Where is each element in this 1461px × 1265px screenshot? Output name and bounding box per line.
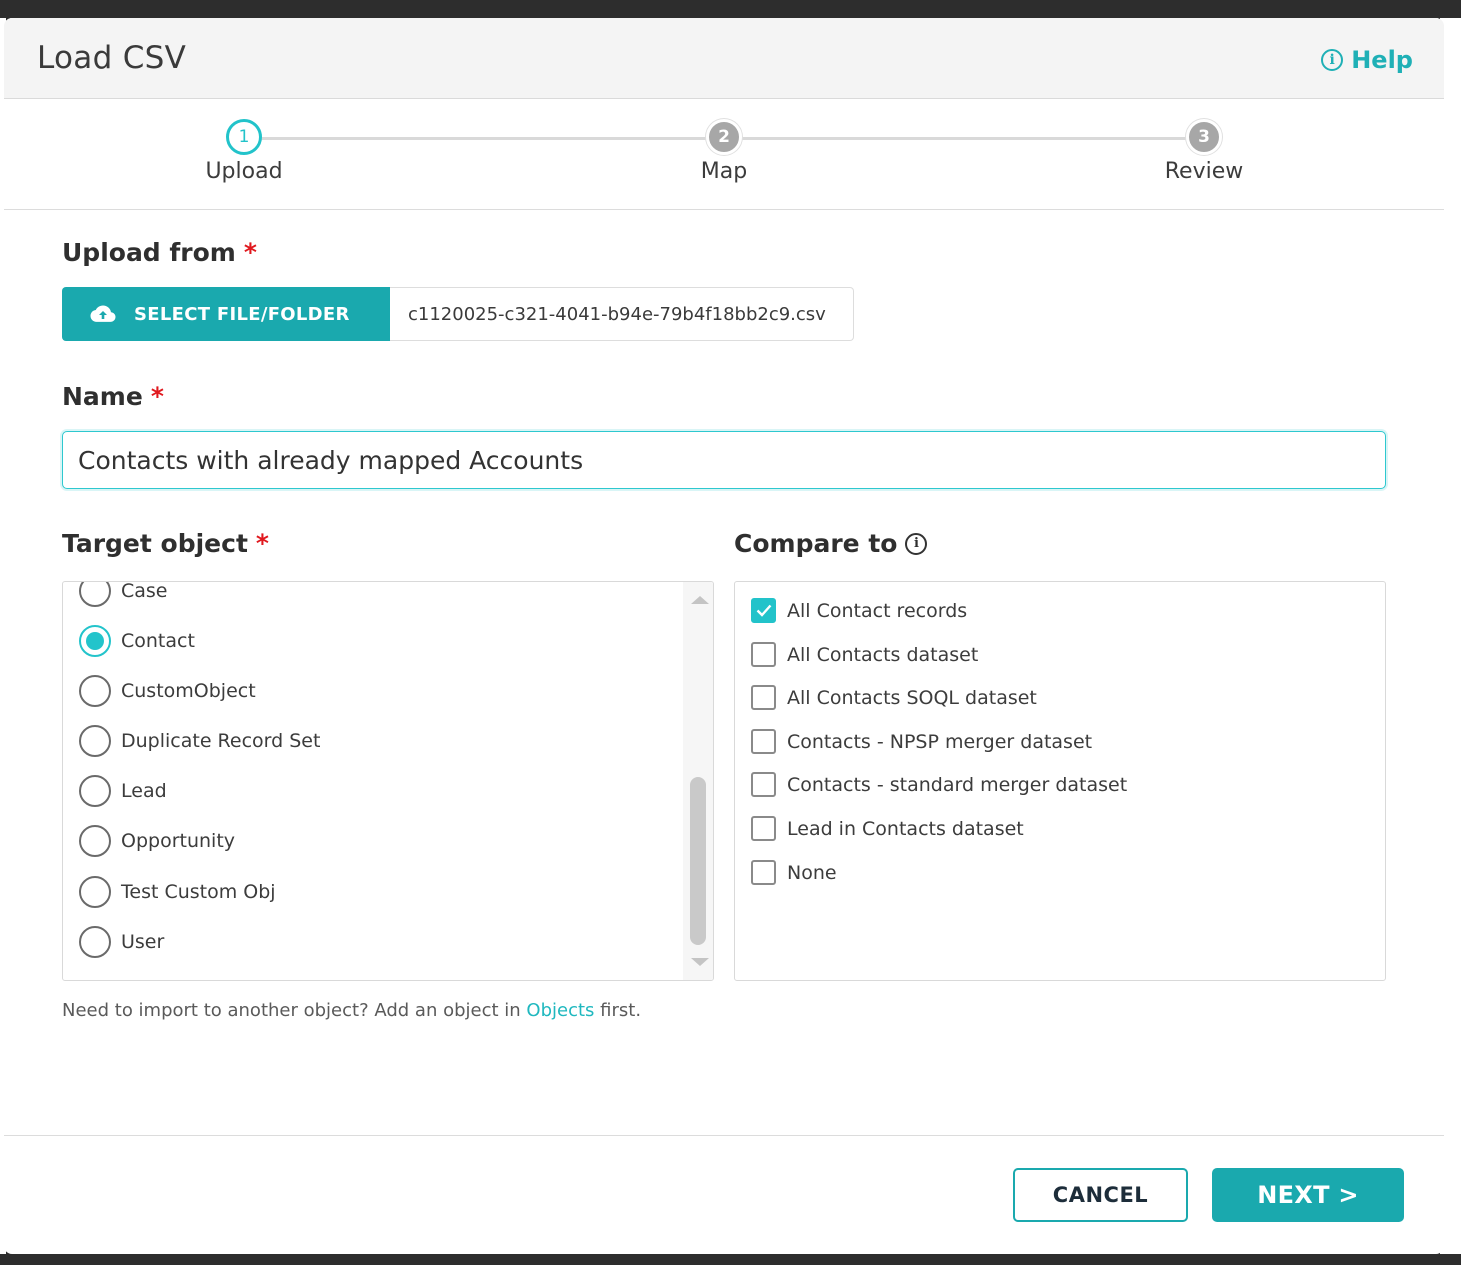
radio-label: CustomObject — [121, 680, 256, 702]
checkbox-option[interactable]: All Contacts dataset — [751, 642, 978, 667]
radio-option-customobject[interactable]: CustomObject — [79, 675, 256, 707]
name-label: Name * — [62, 382, 164, 411]
checkbox-option[interactable]: None — [751, 860, 837, 885]
checkbox-label: All Contacts dataset — [787, 643, 979, 666]
info-icon: i — [1321, 49, 1344, 71]
radio-button[interactable] — [79, 825, 111, 857]
target-object-label: Target object * — [62, 529, 269, 558]
radio-label: Case — [121, 581, 168, 602]
cloud-upload-icon — [90, 305, 116, 322]
name-input[interactable] — [62, 431, 1386, 489]
radio-button-selected[interactable] — [79, 625, 111, 657]
hint-text: Need to import to another object? Add an… — [62, 1000, 527, 1021]
step-number: 2 — [706, 119, 742, 155]
radio-option-case[interactable]: Case — [79, 581, 168, 607]
radio-label: User — [121, 931, 165, 953]
checkbox-label: None — [787, 861, 837, 884]
checkbox[interactable] — [751, 685, 776, 710]
help-label: Help — [1351, 46, 1413, 74]
selected-file-name: c1120025-c321-4041-b94e-79b4f18bb2c9.csv — [390, 287, 854, 341]
radio-label: Opportunity — [121, 830, 236, 852]
checkbox-option[interactable]: Contacts - NPSP merger dataset — [751, 729, 1092, 754]
radio-label: Test Custom Obj — [121, 881, 276, 903]
dialog-header: Load CSV i Help — [4, 18, 1444, 99]
step-upload[interactable]: 1 Upload — [174, 119, 314, 184]
scroll-down-arrow-icon[interactable] — [691, 958, 709, 966]
radio-button[interactable] — [79, 582, 111, 607]
radio-button[interactable] — [79, 775, 111, 807]
checkbox-label: Contacts - standard merger dataset — [787, 773, 1128, 796]
load-csv-dialog: Load CSV i Help 1 Upload 2 Map 3 Review … — [4, 18, 1444, 1254]
target-object-list[interactable]: Case Contact CustomObject Duplicate Reco… — [62, 581, 714, 981]
footer-divider — [4, 1135, 1444, 1136]
help-link[interactable]: i Help — [1321, 46, 1413, 74]
cancel-button[interactable]: CANCEL — [1013, 1168, 1188, 1222]
import-hint: Need to import to another object? Add an… — [62, 1000, 641, 1021]
step-label: Upload — [205, 159, 283, 184]
radio-option-lead[interactable]: Lead — [79, 775, 167, 807]
step-review[interactable]: 3 Review — [1134, 119, 1274, 184]
upload-row: SELECT FILE/FOLDER c1120025-c321-4041-b9… — [62, 287, 854, 341]
step-number: 3 — [1186, 119, 1222, 155]
checkmark-icon — [756, 604, 771, 617]
checkbox-option[interactable]: Lead in Contacts dataset — [751, 816, 1024, 841]
radio-option-user[interactable]: User — [79, 926, 164, 958]
checkbox-checked[interactable] — [751, 598, 776, 623]
checkbox-label: Lead in Contacts dataset — [787, 817, 1024, 840]
step-connector — [244, 137, 724, 140]
hint-text-end: first. — [594, 1000, 642, 1021]
radio-button[interactable] — [79, 876, 111, 908]
info-icon[interactable]: i — [905, 532, 928, 555]
compare-to-list: All Contact records All Contacts dataset… — [734, 581, 1386, 981]
checkbox-option[interactable]: All Contacts SOQL dataset — [751, 685, 1037, 710]
required-mark: * — [243, 238, 257, 267]
step-number: 1 — [226, 119, 262, 155]
upload-from-text: Upload from — [62, 238, 236, 267]
checkbox[interactable] — [751, 860, 776, 885]
target-object-label-text: Target object — [62, 529, 248, 558]
radio-label: Duplicate Record Set — [121, 730, 321, 752]
checkbox[interactable] — [751, 816, 776, 841]
radio-label: Lead — [121, 780, 167, 802]
objects-link[interactable]: Objects — [526, 1000, 594, 1021]
scroll-thumb[interactable] — [690, 777, 706, 945]
required-mark: * — [150, 382, 164, 411]
radio-option-test-custom-obj[interactable]: Test Custom Obj — [79, 876, 276, 908]
checkbox[interactable] — [751, 642, 776, 667]
checkbox-option[interactable]: Contacts - standard merger dataset — [751, 772, 1127, 797]
radio-button[interactable] — [79, 675, 111, 707]
select-file-button[interactable]: SELECT FILE/FOLDER — [62, 287, 390, 341]
step-label: Map — [700, 159, 748, 184]
checkbox-label: Contacts - NPSP merger dataset — [787, 730, 1093, 753]
checkbox[interactable] — [751, 729, 776, 754]
radio-option-contact[interactable]: Contact — [79, 625, 195, 657]
checkbox-label: All Contacts SOQL dataset — [787, 686, 1037, 709]
dialog-title: Load CSV — [37, 40, 187, 76]
checkbox-option[interactable]: All Contact records — [751, 598, 967, 623]
radio-option-opportunity[interactable]: Opportunity — [79, 825, 235, 857]
scroll-up-arrow-icon[interactable] — [691, 596, 709, 604]
radio-label: Contact — [121, 630, 195, 652]
radio-button[interactable] — [79, 725, 111, 757]
step-map[interactable]: 2 Map — [654, 119, 794, 184]
upload-from-label: Upload from * — [62, 238, 257, 267]
radio-option-duplicate-record-set[interactable]: Duplicate Record Set — [79, 725, 320, 757]
select-file-label: SELECT FILE/FOLDER — [134, 303, 350, 325]
next-button[interactable]: NEXT > — [1212, 1168, 1404, 1222]
compare-to-label: Compare to i — [734, 529, 928, 558]
required-mark: * — [255, 529, 269, 558]
step-connector — [724, 137, 1204, 140]
name-label-text: Name — [62, 382, 143, 411]
checkbox-label: All Contact records — [787, 599, 968, 622]
radio-button[interactable] — [79, 926, 111, 958]
checkbox[interactable] — [751, 772, 776, 797]
compare-to-label-text: Compare to — [734, 529, 898, 558]
step-label: Review — [1164, 159, 1244, 184]
scrollbar[interactable] — [683, 582, 713, 980]
stepper: 1 Upload 2 Map 3 Review — [4, 99, 1444, 210]
